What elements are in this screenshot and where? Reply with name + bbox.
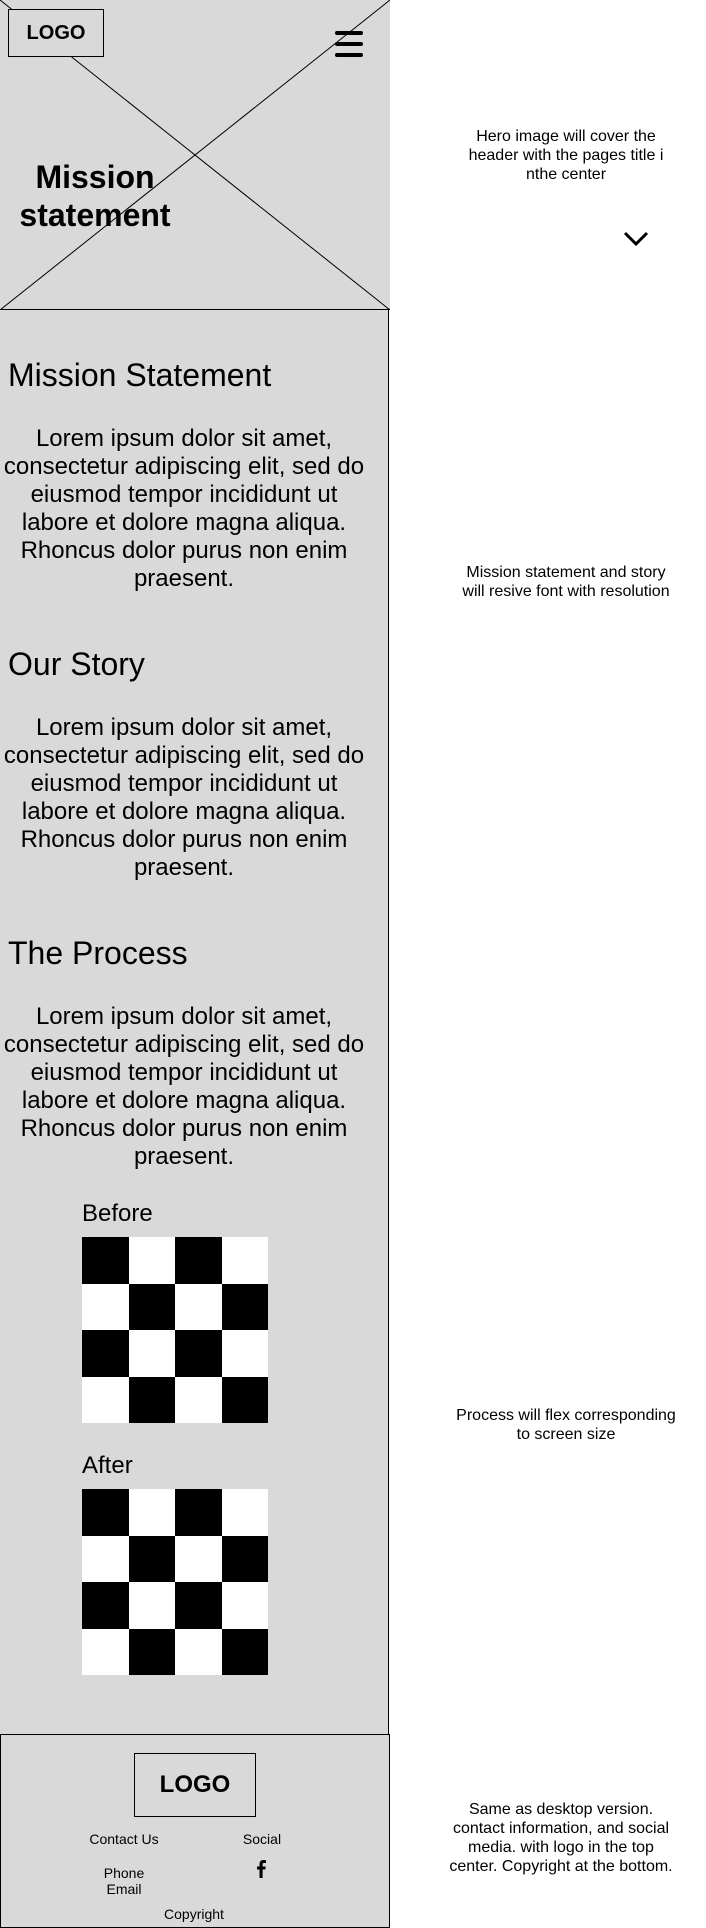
main-content: Mission Statement Lorem ipsum dolor sit …	[0, 310, 389, 1735]
process-annotation: Process will flex corresponding to scree…	[440, 1406, 692, 1444]
footer-annotation: Same as desktop version. contact informa…	[420, 1800, 702, 1876]
annotation-line: header with the pages title i	[468, 147, 664, 164]
annotation-line: Process will flex corresponding	[456, 1407, 676, 1424]
process-heading: The Process	[8, 935, 188, 971]
hero-title-line2: statement	[19, 197, 171, 233]
annotation-line: Same as desktop version.	[468, 1801, 654, 1818]
footer-logo[interactable]: LOGO	[134, 1753, 256, 1817]
footer-copyright: Copyright	[164, 1906, 224, 1922]
footer-email[interactable]: Email	[84, 1881, 164, 1897]
mission-body: Lorem ipsum dolor sit amet, consectetur …	[3, 425, 365, 592]
annotation-line: center. Copyright at the bottom.	[449, 1858, 673, 1875]
story-body: Lorem ipsum dolor sit amet, consectetur …	[3, 714, 365, 881]
header-logo[interactable]: LOGO	[8, 9, 104, 57]
annotation-line: will resive font with resolution	[462, 583, 670, 600]
annotation-line: contact information, and social	[452, 1820, 670, 1837]
process-body: Lorem ipsum dolor sit amet, consectetur …	[3, 1003, 365, 1170]
hero-title: Mission statement	[0, 158, 190, 234]
before-image	[82, 1237, 268, 1423]
hero-annotation: Hero image will cover the header with th…	[440, 127, 692, 184]
footer-contact-us[interactable]: Contact Us	[74, 1831, 174, 1847]
hero-image: LOGO Mission statement	[0, 0, 390, 310]
after-label: After	[82, 1452, 133, 1479]
mission-annotation: Mission statement and story will resive …	[440, 563, 692, 601]
facebook-icon[interactable]	[256, 1860, 268, 1878]
after-image	[82, 1489, 268, 1675]
annotation-line: media. with logo in the top	[468, 1839, 654, 1856]
hamburger-menu-icon[interactable]	[335, 31, 363, 57]
annotation-line: Hero image will cover the	[476, 128, 656, 145]
before-label: Before	[82, 1200, 153, 1227]
annotation-line: Mission statement and story	[466, 564, 666, 581]
footer-phone[interactable]: Phone	[84, 1865, 164, 1881]
story-heading: Our Story	[8, 646, 145, 682]
chevron-down-icon[interactable]	[622, 230, 650, 248]
annotation-line: to screen size	[516, 1426, 616, 1443]
annotation-line: nthe center	[525, 166, 607, 183]
hero-title-line1: Mission	[35, 159, 155, 195]
footer: LOGO Contact Us Social Phone Email Copyr…	[0, 1734, 390, 1928]
mission-heading: Mission Statement	[8, 357, 272, 393]
footer-social: Social	[242, 1831, 282, 1847]
